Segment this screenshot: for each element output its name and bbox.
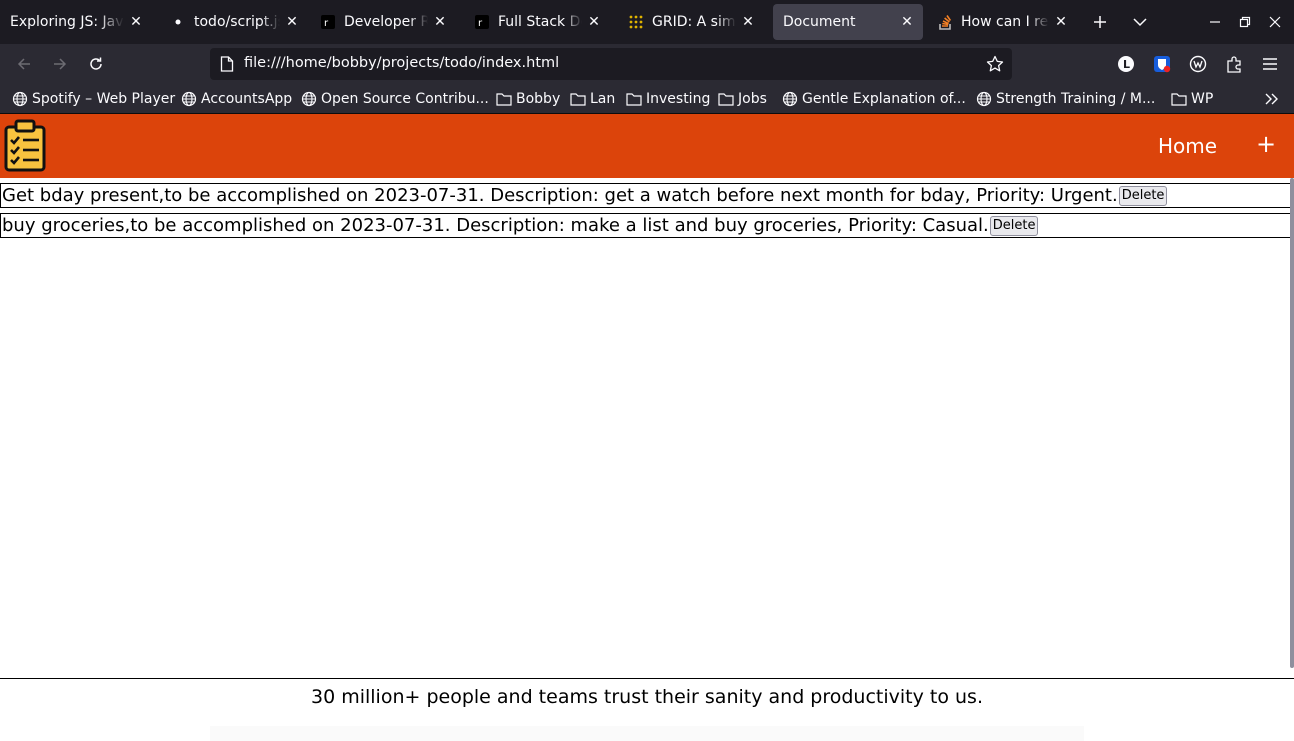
todo-text: Get bday present,to be accomplished on 2… xyxy=(2,184,1118,206)
bookmark-folder-jobs[interactable]: Jobs xyxy=(718,90,767,108)
tab-grid[interactable]: GRID: A simple visual ✕ xyxy=(618,4,764,40)
bookmark-label: Bobby xyxy=(516,91,561,107)
address-bar[interactable]: file:///home/bobby/projects/todo/index.h… xyxy=(210,48,1012,80)
globe-icon xyxy=(181,91,197,107)
tab-title: Full Stack Developer xyxy=(498,14,582,30)
todo-text: buy groceries,to be accomplished on 2023… xyxy=(2,214,989,236)
bookmark-folder-lan[interactable]: Lan xyxy=(570,90,615,108)
roadmap-icon: r xyxy=(474,14,490,30)
grid-icon xyxy=(628,14,644,30)
folder-icon xyxy=(718,91,734,107)
close-tab-icon[interactable]: ✕ xyxy=(740,14,756,30)
bookmark-folder-investing[interactable]: Investing xyxy=(626,90,710,108)
bitwarden-icon[interactable] xyxy=(1148,50,1176,78)
tab-exploring-js[interactable]: Exploring JS: JavaScript ✕ xyxy=(0,4,152,40)
globe-icon xyxy=(976,91,992,107)
todo-item: buy groceries,to be accomplished on 2023… xyxy=(0,213,1292,238)
todo-item: Get bday present,to be accomplished on 2… xyxy=(0,183,1292,208)
bookmark-label: Jobs xyxy=(738,91,767,107)
page-icon xyxy=(220,56,234,76)
tab-title: GRID: A simple visual xyxy=(652,14,736,30)
close-tab-icon[interactable]: ✕ xyxy=(586,14,602,30)
tab-title: Exploring JS: JavaScript xyxy=(10,14,124,30)
bookmark-label: WP xyxy=(1191,91,1214,107)
extension-l-icon[interactable]: L xyxy=(1112,50,1140,78)
close-tab-icon[interactable]: ✕ xyxy=(1053,14,1069,30)
back-arrow-icon[interactable] xyxy=(10,50,38,78)
close-tab-icon[interactable]: ✕ xyxy=(432,14,448,30)
stackoverflow-icon xyxy=(937,14,953,30)
bookmark-label: Gentle Explanation of... xyxy=(802,91,966,107)
clipboard-checklist-icon[interactable] xyxy=(4,118,46,172)
reload-icon[interactable] xyxy=(82,50,110,78)
tab-title: Developer Roadmaps xyxy=(344,14,428,30)
bookmark-star-icon[interactable] xyxy=(986,55,1004,77)
close-tab-icon[interactable]: ✕ xyxy=(128,14,144,30)
add-todo-button[interactable]: + xyxy=(1256,132,1276,156)
url-text[interactable]: file:///home/bobby/projects/todo/index.h… xyxy=(244,55,559,71)
bookmark-label: Investing xyxy=(646,91,711,107)
bookmark-label: Spotify – Web Player xyxy=(32,91,176,107)
close-tab-icon[interactable]: ✕ xyxy=(899,14,915,30)
bookmark-accountsapp[interactable]: AccountsApp xyxy=(181,90,292,108)
wappalyzer-icon[interactable] xyxy=(1184,50,1212,78)
bookmark-spotify[interactable]: Spotify – Web Player xyxy=(12,90,175,108)
bookmark-label: Lan xyxy=(590,91,616,107)
browser-tab-bar: Exploring JS: JavaScript ✕ todo/script.j… xyxy=(0,0,1294,44)
globe-icon xyxy=(782,91,798,107)
bookmark-open-source[interactable]: Open Source Contribu... xyxy=(301,90,489,108)
delete-button[interactable]: Delete xyxy=(1118,185,1168,206)
tab-title: How can I remove xyxy=(961,14,1049,30)
tab-document[interactable]: Document ✕ xyxy=(773,4,923,40)
roadmap-icon: r xyxy=(320,14,336,30)
restore-window-icon[interactable] xyxy=(1231,8,1259,36)
delete-button[interactable]: Delete xyxy=(989,215,1039,236)
tab-title: Document xyxy=(783,14,856,30)
footer-divider xyxy=(0,678,1294,679)
svg-text:L: L xyxy=(1123,58,1130,71)
folder-icon xyxy=(1171,91,1187,107)
tab-todo-script[interactable]: todo/script.js at main ✕ xyxy=(160,4,308,40)
browser-nav-bar: file:///home/bobby/projects/todo/index.h… xyxy=(0,44,1294,84)
bookmarks-toolbar: Spotify – Web Player AccountsApp Open So… xyxy=(0,84,1294,114)
bookmark-folder-bobby[interactable]: Bobby xyxy=(496,90,560,108)
bookmark-label: Strength Training / M... xyxy=(996,91,1156,107)
new-tab-icon[interactable] xyxy=(1086,8,1114,36)
nav-home-link[interactable]: Home xyxy=(1158,134,1217,158)
tab-developer-roadmaps[interactable]: r Developer Roadmaps ✕ xyxy=(310,4,456,40)
close-tab-icon[interactable]: ✕ xyxy=(284,14,300,30)
footer-panel xyxy=(210,726,1084,741)
globe-icon xyxy=(12,91,28,107)
page-content: Home + Get bday present,to be accomplish… xyxy=(0,114,1294,741)
bookmark-label: AccountsApp xyxy=(201,91,293,107)
bookmark-strength-training[interactable]: Strength Training / M... xyxy=(976,90,1155,108)
page-scrollbar[interactable] xyxy=(1290,178,1294,668)
minimize-window-icon[interactable] xyxy=(1201,8,1229,36)
folder-icon xyxy=(570,91,586,107)
footer-tagline: 30 million+ people and teams trust their… xyxy=(310,686,983,708)
bookmark-label: Open Source Contribu... xyxy=(321,91,489,107)
folder-icon xyxy=(496,91,512,107)
github-icon xyxy=(170,14,186,30)
bookmark-folder-wp[interactable]: WP xyxy=(1171,90,1213,108)
hamburger-menu-icon[interactable] xyxy=(1256,50,1284,78)
list-tabs-chevron-icon[interactable] xyxy=(1126,8,1154,36)
globe-icon xyxy=(301,91,317,107)
close-window-icon[interactable] xyxy=(1261,8,1289,36)
forward-arrow-icon[interactable] xyxy=(46,50,74,78)
tab-title: todo/script.js at main xyxy=(194,14,280,30)
bookmark-gentle-explanation[interactable]: Gentle Explanation of... xyxy=(782,90,966,108)
app-header: Home + xyxy=(0,114,1294,178)
tab-full-stack-developer[interactable]: r Full Stack Developer ✕ xyxy=(464,4,610,40)
extensions-puzzle-icon[interactable] xyxy=(1220,50,1248,78)
folder-icon xyxy=(626,91,642,107)
tab-stackoverflow[interactable]: How can I remove ✕ xyxy=(927,4,1077,40)
more-bookmarks-chevron-icon[interactable] xyxy=(1264,90,1280,108)
